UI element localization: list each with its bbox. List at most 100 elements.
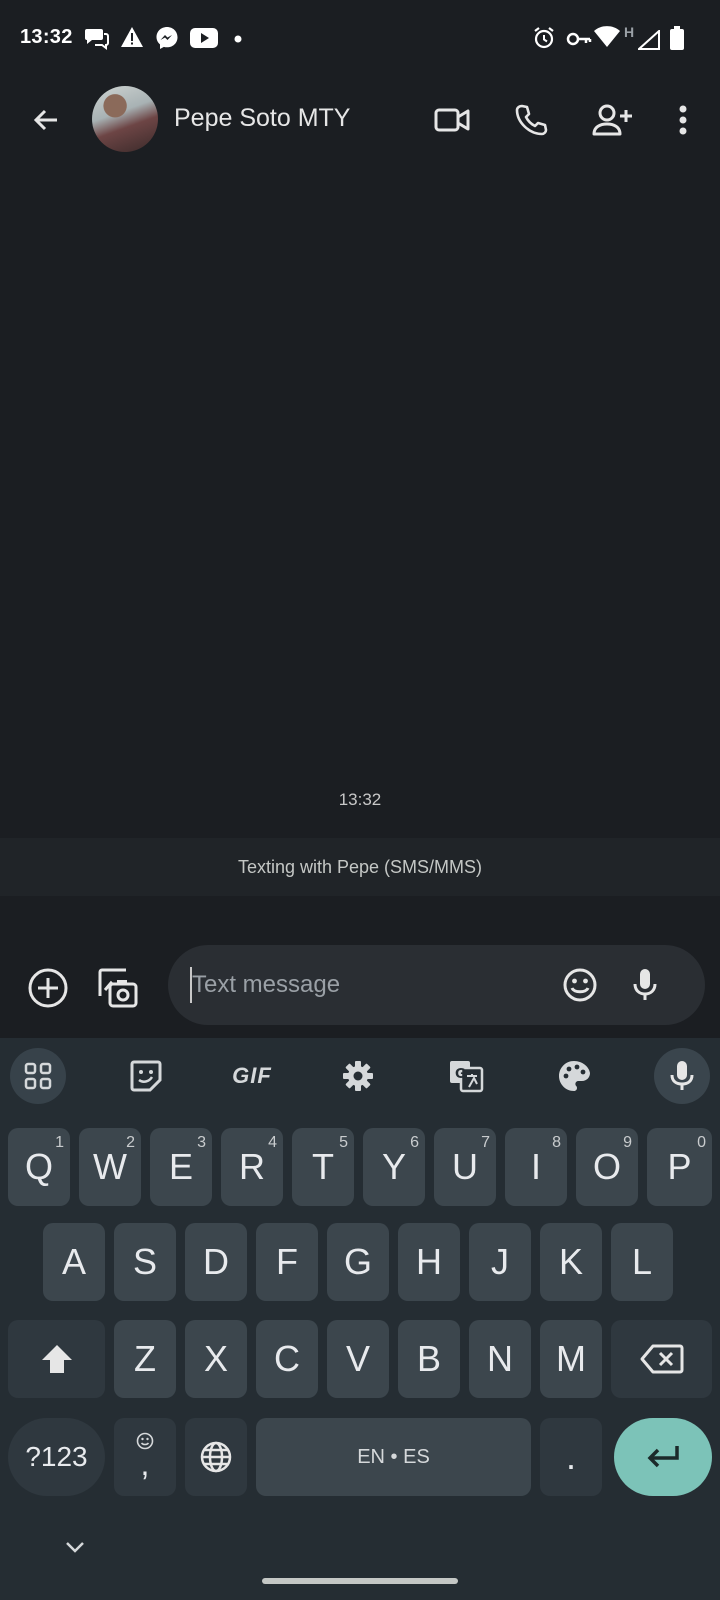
keyboard-voice-button[interactable] (654, 1048, 710, 1104)
emoji-button[interactable] (562, 967, 598, 1003)
key-label: M (556, 1338, 586, 1379)
key-h[interactable]: H (398, 1223, 460, 1301)
key-w[interactable]: W2 (79, 1128, 141, 1206)
key-hint: 2 (126, 1134, 135, 1151)
gesture-nav-handle[interactable] (262, 1578, 458, 1584)
key-j[interactable]: J (469, 1223, 531, 1301)
key-v[interactable]: V (327, 1320, 389, 1398)
period-key[interactable]: . (540, 1418, 602, 1496)
key-label: G (343, 1241, 372, 1282)
more-vert-icon (679, 105, 687, 135)
key-k[interactable]: K (540, 1223, 602, 1301)
key-label: Y (381, 1146, 406, 1187)
key-hint: 4 (268, 1134, 277, 1151)
key-label: W (93, 1146, 127, 1187)
key-label: V (345, 1338, 370, 1379)
keyboard-apps-button[interactable] (10, 1048, 66, 1104)
add-contact-button[interactable] (585, 92, 641, 148)
gif-button[interactable]: GIF (224, 1048, 280, 1104)
translate-icon: G (448, 1059, 484, 1093)
more-notifications-dot-icon (234, 35, 242, 43)
key-label: Q (24, 1146, 53, 1187)
key-hint: 3 (197, 1134, 206, 1151)
arrow-back-icon (30, 104, 62, 136)
vpn-key-icon (566, 30, 592, 48)
key-label: P (667, 1146, 692, 1187)
space-key[interactable]: EN • ES (256, 1418, 531, 1496)
key-label: H (416, 1241, 442, 1282)
key-label: N (487, 1338, 513, 1379)
key-d[interactable]: D (185, 1223, 247, 1301)
key-r[interactable]: R4 (221, 1128, 283, 1206)
shift-icon (40, 1343, 74, 1375)
key-hint: 8 (552, 1134, 561, 1151)
key-b[interactable]: B (398, 1320, 460, 1398)
messenger-icon (155, 26, 179, 50)
key-l[interactable]: L (611, 1223, 673, 1301)
key-hint: 7 (481, 1134, 490, 1151)
person-add-icon (592, 104, 634, 136)
language-key[interactable] (185, 1418, 247, 1496)
hide-keyboard-button[interactable] (64, 1540, 86, 1554)
key-c[interactable]: C (256, 1320, 318, 1398)
apps-grid-icon (24, 1062, 52, 1090)
theme-button[interactable] (546, 1048, 602, 1104)
shift-key[interactable] (8, 1320, 105, 1398)
sticker-button[interactable] (118, 1048, 174, 1104)
comma-key[interactable]: , (114, 1418, 176, 1496)
key-label: L (631, 1241, 653, 1282)
overflow-menu-button[interactable] (655, 92, 711, 148)
key-m[interactable]: M (540, 1320, 602, 1398)
mic-icon (669, 1060, 695, 1092)
key-y[interactable]: Y6 (363, 1128, 425, 1206)
key-label: F (276, 1241, 298, 1282)
enter-key[interactable] (614, 1418, 712, 1496)
network-type: H (624, 24, 635, 40)
key-label: O (592, 1146, 621, 1187)
add-circle-icon (27, 967, 69, 1009)
key-label: C (274, 1338, 300, 1379)
backspace-key[interactable] (611, 1320, 712, 1398)
key-hint: 5 (339, 1134, 348, 1151)
key-label: R (239, 1146, 265, 1187)
return-arrow-icon (645, 1444, 681, 1470)
key-label: X (203, 1338, 228, 1379)
video-call-button[interactable] (424, 92, 480, 148)
key-q[interactable]: Q1 (8, 1128, 70, 1206)
contact-name[interactable]: Pepe Soto MTY (174, 104, 350, 133)
key-e[interactable]: E3 (150, 1128, 212, 1206)
voice-input-button[interactable] (630, 967, 660, 1003)
key-f[interactable]: F (256, 1223, 318, 1301)
key-i[interactable]: I8 (505, 1128, 567, 1206)
message-input[interactable]: Text message (168, 945, 705, 1025)
key-n[interactable]: N (469, 1320, 531, 1398)
back-button[interactable] (18, 92, 74, 148)
key-label: , (140, 1446, 150, 1482)
key-z[interactable]: Z (114, 1320, 176, 1398)
key-g[interactable]: G (327, 1223, 389, 1301)
sms-banner-text: Texting with Pepe (SMS/MMS) (237, 856, 483, 877)
sticker-icon (129, 1059, 163, 1093)
key-o[interactable]: O9 (576, 1128, 638, 1206)
key-s[interactable]: S (114, 1223, 176, 1301)
contact-avatar[interactable] (92, 86, 158, 152)
key-t[interactable]: T5 (292, 1128, 354, 1206)
chat-bubbles-icon (84, 26, 110, 50)
symbols-key[interactable]: ?123 (8, 1418, 105, 1496)
gear-icon (341, 1059, 375, 1093)
translate-button[interactable]: G (438, 1048, 494, 1104)
key-hint: 1 (55, 1134, 64, 1151)
key-label: EN • ES (357, 1445, 430, 1468)
key-label: S (132, 1241, 157, 1282)
key-a[interactable]: A (43, 1223, 105, 1301)
keyboard (0, 1038, 720, 1600)
emoji-icon (562, 967, 598, 1003)
voice-call-button[interactable] (503, 92, 559, 148)
key-x[interactable]: X (185, 1320, 247, 1398)
key-u[interactable]: U7 (434, 1128, 496, 1206)
gallery-button[interactable] (90, 960, 146, 1016)
attach-button[interactable] (20, 960, 76, 1016)
keyboard-settings-button[interactable] (330, 1048, 386, 1104)
key-p[interactable]: P0 (647, 1128, 712, 1206)
wifi-icon (594, 26, 620, 48)
